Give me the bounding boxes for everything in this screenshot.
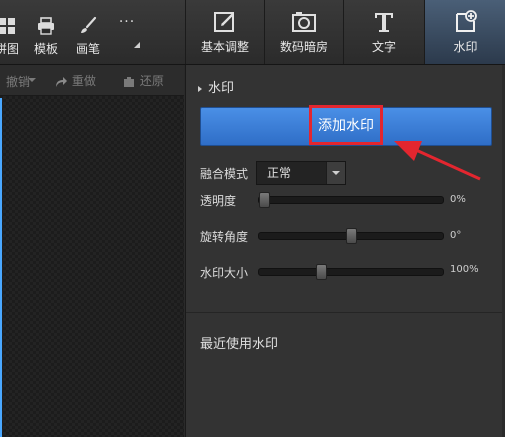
tab-darkroom[interactable]: 数码暗房: [264, 0, 343, 64]
camera-icon: [292, 12, 316, 32]
opacity-slider-thumb[interactable]: [259, 192, 270, 208]
divider: [186, 312, 505, 313]
canvas-selection-edge: [0, 98, 2, 437]
tool-brush[interactable]: 画笔: [72, 0, 104, 64]
opacity-value: 0%: [450, 194, 466, 205]
section-title: 水印: [208, 81, 235, 96]
undo-label: 撤销: [5, 75, 30, 89]
tool-label: 拼图: [0, 42, 19, 56]
more-icon: ...: [118, 10, 136, 26]
rotation-label: 旋转角度: [200, 230, 249, 244]
undo-dropdown-icon[interactable]: [28, 78, 36, 82]
grid-icon: [0, 18, 15, 34]
corner-triangle-icon: [134, 42, 140, 48]
watermark-icon: [455, 10, 477, 32]
image-canvas[interactable]: [0, 96, 184, 437]
tool-puzzle[interactable]: 拼图: [0, 0, 22, 64]
highlight-box: [309, 105, 383, 145]
blend-mode-label: 融合模式: [200, 167, 249, 181]
chevron-down-icon: [332, 171, 340, 175]
size-slider-thumb[interactable]: [316, 264, 327, 280]
restore-icon: [124, 76, 134, 87]
tab-watermark[interactable]: 水印: [424, 0, 505, 64]
opacity-label: 透明度: [200, 194, 237, 208]
tab-label: 水印: [453, 40, 478, 54]
restore-button[interactable]: 还原: [122, 72, 164, 89]
dropdown-button[interactable]: [326, 162, 345, 184]
opacity-slider[interactable]: [258, 192, 444, 208]
redo-label: 重做: [71, 74, 96, 88]
tab-label: 文字: [371, 40, 396, 54]
blend-mode-value: 正常: [267, 166, 292, 180]
rotation-slider-thumb[interactable]: [346, 228, 357, 244]
recent-watermarks-label: 最近使用水印: [200, 337, 279, 352]
section-header[interactable]: 水印: [198, 77, 234, 96]
tab-basic-adjust[interactable]: 基本调整: [185, 0, 264, 64]
redo-arrow-icon: [56, 76, 67, 87]
size-value: 100%: [450, 264, 479, 275]
text-icon: [375, 13, 393, 32]
blend-mode-select[interactable]: 正常: [256, 161, 346, 185]
tool-label: 模板: [33, 42, 58, 56]
printer-icon: [38, 17, 54, 35]
tab-label: 基本调整: [200, 40, 249, 54]
top-toolbar: 拼图 模板 画笔 ... 基本调整 数码暗房 文字 水印: [0, 0, 505, 65]
expand-triangle-icon: [198, 85, 202, 92]
tab-label: 数码暗房: [279, 40, 328, 54]
size-slider[interactable]: [258, 264, 444, 280]
tool-more[interactable]: ...: [112, 0, 142, 64]
red-arrow-annotation: [394, 141, 481, 181]
history-toolbar: 撤销 重做 还原: [0, 65, 184, 96]
watermark-panel: 水印 添加水印 融合模式 正常 透明度 0% 旋转角度 0° 水印大小 100%…: [185, 65, 505, 437]
size-label: 水印大小: [200, 266, 249, 280]
redo-button[interactable]: 重做: [54, 72, 96, 89]
rotation-slider[interactable]: [258, 228, 444, 244]
brush-icon: [81, 16, 97, 33]
tool-label: 画笔: [75, 42, 100, 56]
rotation-value: 0°: [450, 230, 462, 241]
restore-label: 还原: [139, 74, 164, 88]
edit-icon: [214, 12, 234, 32]
tool-template[interactable]: 模板: [30, 0, 62, 64]
tab-text[interactable]: 文字: [343, 0, 424, 64]
